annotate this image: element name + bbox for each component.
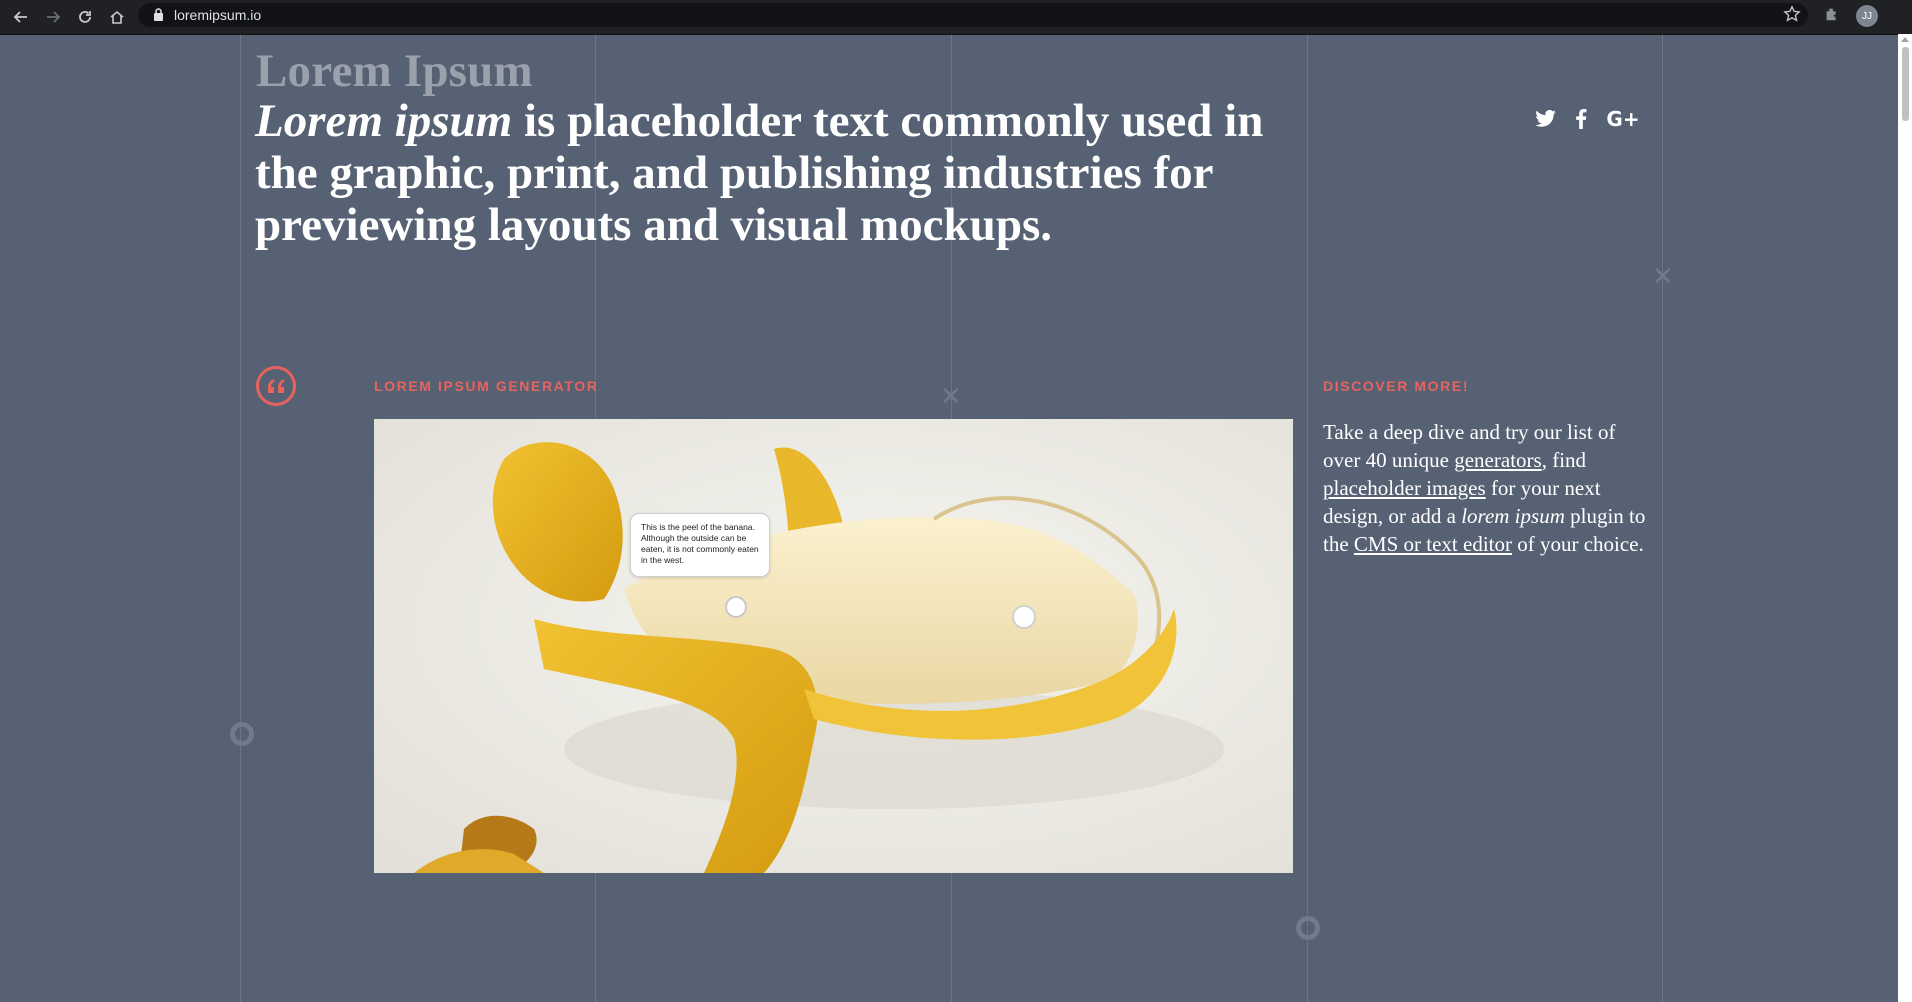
discover-text-part: of your choice. [1511, 532, 1644, 556]
twitter-icon[interactable] [1533, 106, 1559, 132]
grid-line [1662, 34, 1663, 1002]
extensions-icon[interactable] [1823, 5, 1841, 28]
generator-heading: LOREM IPSUM GENERATOR [374, 378, 599, 394]
headline-emphasis: Lorem ipsum [255, 95, 513, 147]
grid-line [1307, 34, 1308, 1002]
discover-text: Take a deep dive and try our list of ove… [1323, 418, 1653, 558]
banana-image[interactable]: This is the peel of the banana. Although… [374, 419, 1293, 873]
placeholder-images-link[interactable]: placeholder images [1323, 476, 1486, 500]
decorative-x-icon: ✕ [1652, 262, 1674, 292]
decorative-circle-icon [1296, 916, 1320, 940]
quote-icon [256, 366, 296, 406]
home-icon[interactable] [106, 6, 128, 28]
image-hotspot[interactable] [725, 596, 747, 618]
discover-heading: DISCOVER MORE! [1323, 378, 1470, 394]
scrollbar[interactable] [1898, 34, 1912, 1002]
scrollbar-thumb[interactable] [1902, 47, 1909, 121]
site-title[interactable]: Lorem Ipsum [256, 44, 533, 98]
discover-text-part: , find [1541, 448, 1587, 472]
lock-icon [153, 8, 164, 26]
browser-toolbar: loremipsum.io JJ [0, 0, 1912, 35]
grid-line [240, 34, 241, 1002]
lorem-ipsum-emphasis: lorem ipsum [1461, 504, 1565, 528]
address-bar[interactable] [138, 3, 1808, 27]
google-plus-label: G+ [1606, 107, 1640, 131]
url-text[interactable]: loremipsum.io [174, 7, 261, 23]
back-icon[interactable] [10, 6, 32, 28]
generators-link[interactable]: generators [1454, 448, 1541, 472]
google-plus-icon[interactable]: G+ [1605, 106, 1641, 132]
decorative-x-icon: ✕ [940, 382, 962, 412]
facebook-icon[interactable] [1570, 106, 1592, 132]
forward-icon[interactable] [42, 6, 64, 28]
star-icon[interactable] [1783, 5, 1801, 28]
scroll-up-arrow[interactable] [1901, 37, 1909, 42]
image-tooltip: This is the peel of the banana. Although… [630, 513, 770, 577]
decorative-circle-icon [230, 722, 254, 746]
avatar[interactable]: JJ [1856, 5, 1878, 27]
image-hotspot[interactable] [1012, 605, 1036, 629]
cms-editor-link[interactable]: CMS or text editor [1354, 532, 1512, 556]
reload-icon[interactable] [74, 6, 96, 28]
hero-headline: Lorem ipsum is placeholder text commonly… [255, 95, 1295, 251]
